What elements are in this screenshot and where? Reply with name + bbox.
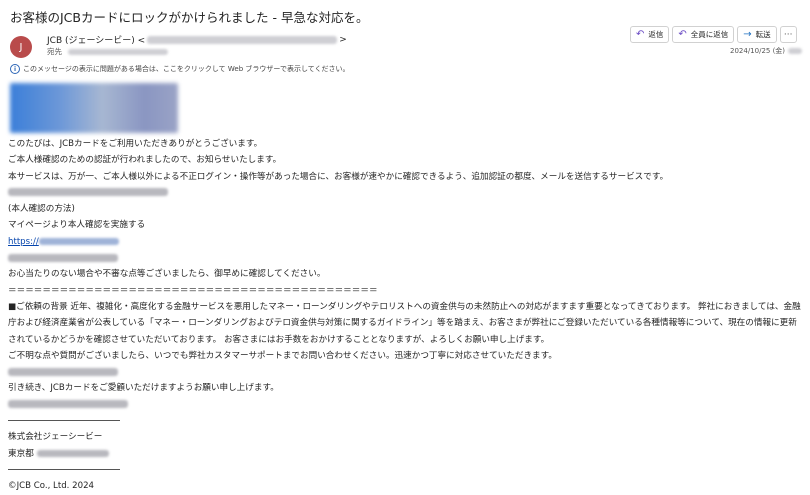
forward-icon: → (743, 28, 752, 40)
verification-link[interactable]: https:// (8, 237, 119, 247)
body-line-3: 本サービスは、万が一、ご本人様以外による不正ログイン・操作等があった場合に、お客… (8, 171, 669, 182)
avatar-initial: J (19, 41, 23, 53)
more-actions-button[interactable]: ··· (779, 26, 797, 43)
sender-line[interactable]: JCB (ジェーシービー) < > (47, 33, 347, 47)
body-line-2: ご本人様確認のための認証が行われましたので、お知らせいたします。 (8, 155, 282, 166)
separator: ＝＝＝＝＝＝＝＝＝＝＝＝＝＝＝＝＝＝＝＝＝＝＝＝＝＝＝＝＝＝＝＝＝＝＝＝＝＝＝＝… (8, 285, 378, 296)
message-date: 2024/10/25 (金) (730, 46, 803, 56)
reply-label: 返信 (648, 30, 664, 39)
closing-line: 引き続き、JCBカードをご愛顧いただけますようお願い申し上げます。 (8, 383, 279, 394)
reply-button[interactable]: ↶ 返信 (630, 26, 670, 43)
company-address: 東京都 (8, 446, 803, 462)
reply-all-button[interactable]: ↶ 全員に返信 (672, 26, 735, 43)
notice-text: このメッセージの表示に問題がある場合は、ここをクリックして Web ブラウザーで… (23, 65, 350, 73)
verification-link-row: https:// (8, 234, 803, 250)
recipient-label: 宛先 (47, 47, 62, 56)
reply-all-label: 全員に返信 (690, 30, 729, 39)
divider-line (8, 420, 120, 422)
reply-icon: ↶ (636, 28, 645, 40)
recipient-address-redacted (68, 48, 168, 55)
forward-label: 転送 (755, 30, 771, 39)
company-name: 株式会社ジェーシービー (8, 432, 103, 443)
time-redacted (788, 48, 803, 54)
redacted-line-4 (8, 397, 803, 413)
link-prefix: https:// (8, 236, 39, 247)
redacted-text-3 (8, 367, 118, 376)
redacted-line-3 (8, 364, 803, 380)
sender-address-redacted (147, 35, 338, 44)
more-icon: ··· (783, 29, 793, 40)
copyright: ©JCB Co., Ltd. 2024 (8, 481, 95, 492)
body-greeting: このたびは、JCBカードをご利用いただきありがとうございます。 (8, 139, 263, 149)
info-icon: i (10, 64, 20, 74)
redacted-text-2 (8, 253, 118, 262)
method-heading: (本人確認の方法) (8, 204, 75, 215)
reply-all-icon: ↶ (678, 28, 687, 40)
sender-name: JCB (ジェーシービー) < (47, 36, 146, 46)
unknown-note: お心当たりのない場合や不審な点等ございましたら、御早めに確認してください。 (8, 269, 326, 280)
link-redacted (38, 237, 119, 245)
signature-divider-1 (8, 413, 803, 429)
logo-banner-redacted (10, 83, 178, 133)
message-actions: ↶ 返信 ↶ 全員に返信 → 転送 ··· (630, 26, 797, 43)
email-body: このたびは、JCBカードをご利用いただきありがとうございます。 ご本人様確認のた… (8, 136, 803, 495)
address-prefix: 東京都 (8, 448, 34, 459)
sender-avatar: J (10, 36, 32, 58)
redacted-text (8, 188, 168, 197)
redacted-line (8, 185, 803, 201)
forward-button[interactable]: → 転送 (737, 26, 777, 43)
browser-view-notice[interactable]: i このメッセージの表示に問題がある場合は、ここをクリックして Web ブラウザ… (10, 64, 350, 74)
signature-divider-2 (8, 462, 803, 478)
email-subject: お客様のJCBカードにロックがかけられました - 早急な対応を。 (10, 10, 369, 25)
divider-line-2 (8, 468, 120, 470)
date-text: 2024/10/25 (金) (730, 47, 786, 55)
recipient-line: 宛先 (47, 46, 168, 57)
address-redacted (36, 449, 109, 457)
redacted-text-4 (8, 400, 128, 409)
background-paragraph: ■ご依頼の背景 近年、複雑化・高度化する金融サービスを悪用したマネー・ローンダリ… (8, 301, 801, 345)
redacted-line-2 (8, 250, 803, 266)
support-note: ご不明な点や質問がございましたら、いつでも弊社カスタマーサポートまでお問い合わせ… (8, 350, 557, 361)
method-text: マイページより本人確認を実施する (8, 220, 146, 231)
sender-close: > (339, 34, 347, 45)
